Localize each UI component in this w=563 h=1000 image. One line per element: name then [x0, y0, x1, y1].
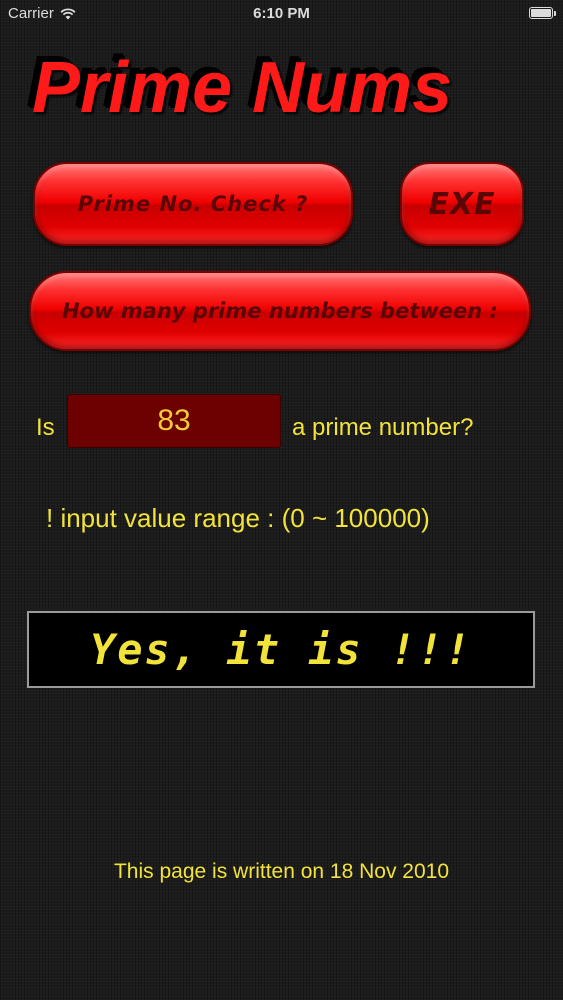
- exe-button[interactable]: EXE: [400, 162, 524, 246]
- footer-note: This page is written on 18 Nov 2010: [113, 860, 450, 883]
- app-title: Prime Nums: [32, 48, 453, 128]
- result-text: Yes, it is !!!: [89, 625, 472, 674]
- how-many-primes-button[interactable]: How many prime numbers between :: [29, 271, 531, 351]
- range-note: ! input value range : (0 ~ 100000): [46, 503, 430, 533]
- result-box: Yes, it is !!!: [27, 611, 535, 688]
- status-time: 6:10 PM: [253, 5, 310, 22]
- battery-icon: [529, 7, 556, 19]
- number-input[interactable]: [67, 394, 281, 448]
- question-suffix: a prime number?: [292, 414, 474, 441]
- status-bar: Carrier 6:10 PM: [0, 0, 563, 30]
- question-prefix: Is: [36, 414, 55, 441]
- prime-check-button[interactable]: Prime No. Check ?: [33, 162, 353, 246]
- battery-fill: [531, 9, 551, 17]
